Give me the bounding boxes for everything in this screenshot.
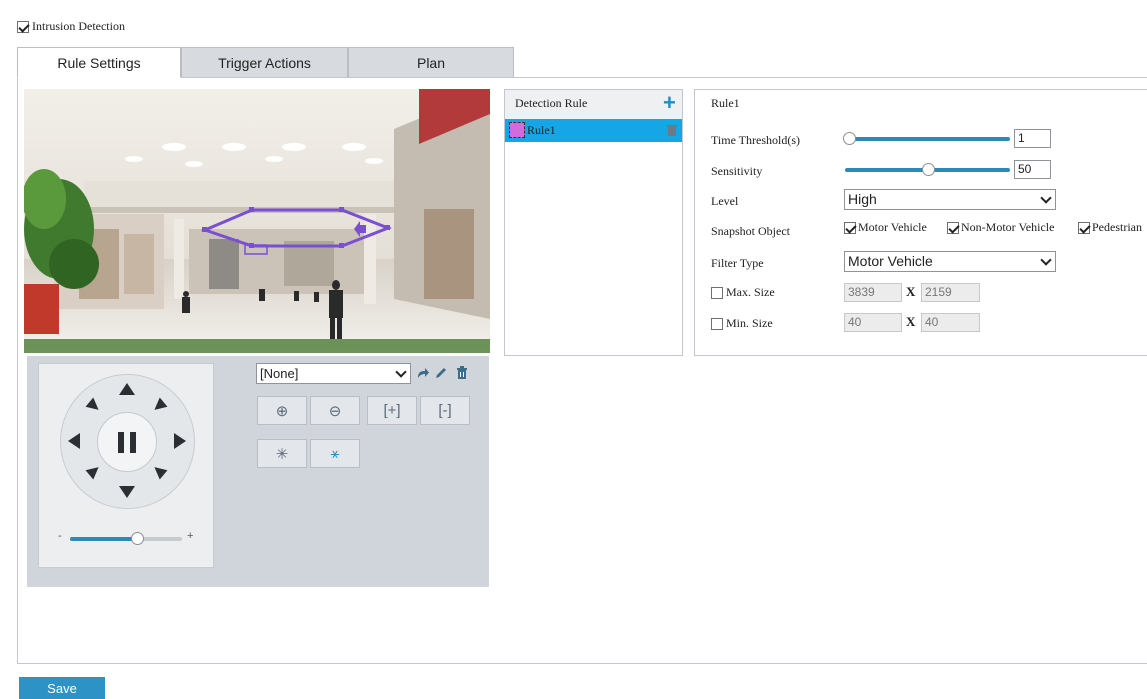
focus-mode-button[interactable]: ⚹ <box>310 439 360 468</box>
motor-vehicle-checkbox[interactable] <box>844 221 856 234</box>
min-x-separator: X <box>906 314 916 329</box>
tab-plan[interactable]: Plan <box>348 47 514 78</box>
non-motor-vehicle-checkbox[interactable] <box>947 221 959 234</box>
focus-far-button[interactable]: [-] <box>420 396 470 425</box>
time-threshold-slider[interactable] <box>845 137 1010 141</box>
tab-trigger-actions-label: Trigger Actions <box>218 54 311 71</box>
max-size-label: Max. Size <box>726 285 775 299</box>
pedestrian-checkbox[interactable] <box>1078 221 1090 234</box>
tab-rule-settings[interactable]: Rule Settings <box>17 47 181 78</box>
tab-rule-settings-label: Rule Settings <box>57 54 141 71</box>
filter-type-value: Motor Vehicle <box>848 253 933 269</box>
min-width-input[interactable]: 40 <box>844 313 902 332</box>
min-size-label: Min. Size <box>726 316 773 330</box>
time-threshold-thumb[interactable] <box>843 132 856 145</box>
edit-preset-icon[interactable] <box>434 366 448 380</box>
rule-list-item[interactable]: Rule1 <box>505 119 682 142</box>
sensitivity-label: Sensitivity <box>711 164 763 178</box>
go-to-preset-icon[interactable] <box>416 366 430 380</box>
motor-vehicle-label: Motor Vehicle <box>858 220 927 234</box>
min-size-toggle[interactable]: Min. Size <box>711 316 773 331</box>
focus-near-icon: [+] <box>383 402 401 419</box>
chevron-down-icon <box>1040 254 1052 266</box>
live-video-view[interactable] <box>24 89 490 353</box>
pan-up-icon[interactable] <box>119 383 135 395</box>
rule-form-title: Rule1 <box>711 96 740 110</box>
delete-rule-icon[interactable] <box>666 123 678 137</box>
rule-color-swatch <box>509 122 525 138</box>
tab-plan-label: Plan <box>416 54 446 71</box>
non-motor-vehicle-label: Non-Motor Vehicle <box>961 220 1055 234</box>
focus-mode-icon: ⚹ <box>330 445 340 462</box>
pan-left-icon[interactable] <box>68 433 80 449</box>
snapshot-object-label: Snapshot Object <box>711 224 790 238</box>
level-label: Level <box>711 194 739 208</box>
chevron-down-icon <box>1040 192 1052 204</box>
save-button[interactable]: Save <box>19 677 105 699</box>
sensitivity-input[interactable]: 50 <box>1014 160 1051 179</box>
filter-type-select[interactable]: Motor Vehicle <box>844 251 1056 272</box>
max-size-checkbox[interactable] <box>711 286 723 299</box>
speed-plus-label: + <box>187 530 194 542</box>
pause-icon-bar <box>130 432 136 453</box>
snapshot-non-motor-vehicle[interactable]: Non-Motor Vehicle <box>947 220 1054 235</box>
level-select-value: High <box>848 191 877 207</box>
ptz-speed-fill <box>70 537 138 541</box>
min-size-checkbox[interactable] <box>711 317 723 330</box>
intrusion-detection-toggle[interactable]: Intrusion Detection <box>17 19 125 34</box>
min-height-input[interactable]: 40 <box>921 313 980 332</box>
tab-trigger-actions[interactable]: Trigger Actions <box>181 47 348 78</box>
add-rule-plus-icon[interactable]: + <box>663 92 676 114</box>
preset-select-value: [None] <box>260 366 299 381</box>
ptz-pause-button[interactable] <box>97 412 157 472</box>
speed-minus-label: - <box>58 530 62 542</box>
detection-rule-title: Detection Rule <box>515 96 588 110</box>
focus-star-icon: ✳ <box>275 445 289 463</box>
one-click-focus-button[interactable]: ✳ <box>257 439 307 468</box>
rule-name: Rule1 <box>527 123 556 137</box>
zoom-in-icon: ⊕ <box>275 402 289 420</box>
intrusion-detection-label: Intrusion Detection <box>32 19 125 33</box>
intrusion-detection-checkbox[interactable] <box>17 20 29 33</box>
zoom-out-icon: ⊖ <box>328 402 342 420</box>
level-select[interactable]: High <box>844 189 1056 210</box>
max-height-input[interactable]: 2159 <box>921 283 980 302</box>
focus-far-icon: [-] <box>438 402 452 419</box>
sensitivity-thumb[interactable] <box>921 163 935 176</box>
max-width-input[interactable]: 3839 <box>844 283 902 302</box>
snapshot-pedestrian[interactable]: Pedestrian <box>1078 220 1147 235</box>
max-x-separator: X <box>906 284 916 299</box>
focus-near-button[interactable]: [+] <box>367 396 417 425</box>
zoom-out-button[interactable]: ⊖ <box>310 396 360 425</box>
chevron-down-icon <box>395 366 407 378</box>
pause-icon <box>118 432 124 453</box>
snapshot-motor-vehicle[interactable]: Motor Vehicle <box>844 220 927 235</box>
time-threshold-input[interactable]: 1 <box>1014 129 1051 148</box>
max-size-toggle[interactable]: Max. Size <box>711 285 775 300</box>
zoom-in-button[interactable]: ⊕ <box>257 396 307 425</box>
pan-down-icon[interactable] <box>119 486 135 498</box>
filter-type-label: Filter Type <box>711 256 764 270</box>
pedestrian-label: Pedestrian <box>1092 220 1142 234</box>
time-threshold-label: Time Threshold(s) <box>711 133 801 147</box>
preset-select[interactable]: [None] <box>256 363 411 384</box>
delete-preset-icon[interactable] <box>455 365 469 380</box>
pan-right-icon[interactable] <box>174 433 186 449</box>
